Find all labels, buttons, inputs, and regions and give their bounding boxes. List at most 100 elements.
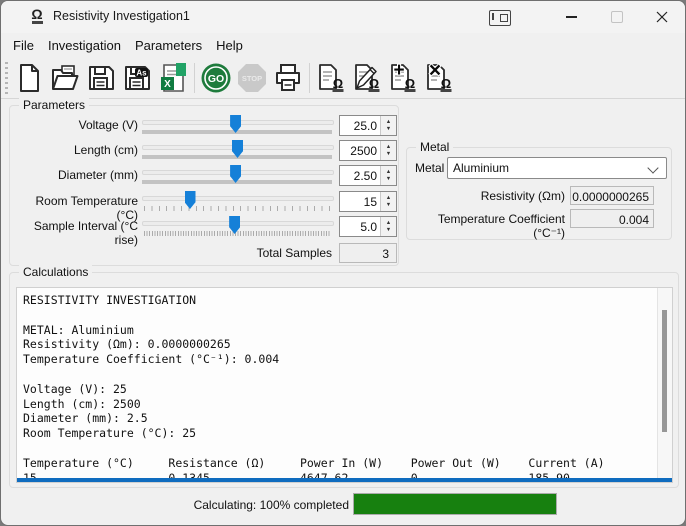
- room-temperature-value: 15: [363, 195, 377, 209]
- length-row: Length (cm) 2500 ▲ ▼: [10, 140, 398, 164]
- metal-combobox[interactable]: Aluminium: [447, 157, 667, 179]
- app-window: Ω Resistivity Investigation1 File Invest…: [0, 0, 686, 526]
- progress-bar-fill: [354, 494, 556, 514]
- toolbar: As X GO STOP Ω Ω Ω + Ω ×: [1, 58, 685, 99]
- new-investigation-button[interactable]: [11, 60, 47, 96]
- export-excel-button[interactable]: X: [155, 60, 191, 96]
- print-button[interactable]: [270, 60, 306, 96]
- metal-selected-value: Aluminium: [453, 161, 510, 175]
- total-samples-label: Total Samples: [256, 246, 332, 260]
- add-investigation-button[interactable]: Ω +: [385, 60, 421, 96]
- spin-down-icon[interactable]: ▼: [386, 126, 391, 133]
- menu-investigation[interactable]: Investigation: [41, 35, 128, 56]
- voltage-slider[interactable]: [142, 115, 334, 139]
- open-investigation-button[interactable]: [47, 60, 83, 96]
- sample-interval-value: 5.0: [360, 220, 377, 234]
- omega-glyph: Ω: [333, 76, 343, 91]
- spin-down-icon[interactable]: ▼: [386, 151, 391, 158]
- voltage-value: 25.0: [353, 119, 377, 133]
- toolbar-grip[interactable]: [5, 62, 8, 95]
- metal-label: Metal: [415, 161, 445, 175]
- toolbar-separator: [309, 63, 310, 93]
- save-as-badge: As: [136, 69, 147, 78]
- metal-group: Metal Metal Aluminium Resistivity (Ωm) 0…: [406, 140, 672, 240]
- excel-x-badge: X: [164, 79, 171, 90]
- slider-track[interactable]: [142, 196, 334, 201]
- toolbar-separator: [194, 63, 195, 93]
- total-samples-row: Total Samples 3: [10, 243, 398, 267]
- calculations-vertical-scrollbar[interactable]: [657, 288, 672, 478]
- chevron-down-icon: [647, 162, 659, 174]
- progress-bar: [353, 493, 557, 515]
- calculations-group: Calculations RESISTIVITY INVESTIGATION M…: [9, 265, 679, 488]
- room-temperature-slider[interactable]: [142, 191, 334, 215]
- stop-icon: STOP: [238, 64, 266, 92]
- sample-interval-row: Sample Interval (°C rise) 5.0 ▲ ▼: [10, 216, 398, 247]
- menu-parameters[interactable]: Parameters: [128, 35, 209, 56]
- status-text: Calculating: 100% completed: [193, 498, 349, 512]
- length-spinbox[interactable]: 2500 ▲ ▼: [339, 140, 397, 161]
- omega-glyph: Ω: [405, 76, 415, 91]
- delete-investigation-button[interactable]: Ω ×: [421, 60, 457, 96]
- maximize-icon: [611, 11, 623, 23]
- slider-ticks: [144, 231, 331, 236]
- title-bar: Ω Resistivity Investigation1: [1, 1, 685, 33]
- spin-up-icon[interactable]: ▲: [386, 119, 391, 126]
- total-samples-value: 3: [339, 243, 397, 263]
- edit-investigation-button[interactable]: Ω: [349, 60, 385, 96]
- new-document-icon: [20, 64, 39, 92]
- save-as-button[interactable]: As: [119, 60, 155, 96]
- menu-file[interactable]: File: [6, 35, 41, 56]
- scrollbar-thumb[interactable]: [662, 310, 667, 432]
- omega-glyph: Ω: [441, 76, 451, 91]
- voltage-label: Voltage (V): [78, 118, 138, 132]
- window-title: Resistivity Investigation1: [53, 9, 190, 23]
- room-temperature-row: Room Temperature (°C) 15 ▲ ▼: [10, 191, 398, 222]
- excel-export-icon: X: [161, 63, 186, 92]
- minimize-button[interactable]: [554, 1, 588, 33]
- save-as-icon: As: [125, 66, 150, 90]
- calculations-group-title: Calculations: [19, 265, 93, 279]
- document-omega-delete-icon: Ω ×: [427, 61, 452, 92]
- document-omega-add-icon: Ω +: [391, 61, 416, 92]
- spin-up-icon[interactable]: ▲: [386, 220, 391, 227]
- voltage-spinbox[interactable]: 25.0 ▲ ▼: [339, 115, 397, 136]
- spin-down-icon[interactable]: ▼: [386, 202, 391, 209]
- calculations-text: RESISTIVITY INVESTIGATION METAL: Alumini…: [23, 293, 605, 483]
- menu-help[interactable]: Help: [209, 35, 250, 56]
- spin-up-icon[interactable]: ▲: [386, 144, 391, 151]
- length-slider[interactable]: [142, 140, 334, 164]
- metal-group-title: Metal: [416, 140, 454, 154]
- diameter-spinbox[interactable]: 2.50 ▲ ▼: [339, 165, 397, 186]
- save-button[interactable]: [83, 60, 119, 96]
- document-omega-icon: Ω: [319, 64, 344, 92]
- minimize-icon: [565, 16, 577, 18]
- app-omega-glyph: Ω: [31, 6, 43, 22]
- go-button[interactable]: GO: [198, 60, 234, 96]
- length-value: 2500: [350, 144, 377, 158]
- spin-down-icon[interactable]: ▼: [386, 176, 391, 183]
- spin-down-icon[interactable]: ▼: [386, 227, 391, 234]
- length-label: Length (cm): [73, 143, 138, 157]
- maximize-button[interactable]: [600, 1, 634, 33]
- app-omega-icon: Ω: [28, 7, 46, 27]
- sample-interval-slider[interactable]: [142, 216, 334, 240]
- spin-up-icon[interactable]: ▲: [386, 169, 391, 176]
- diameter-label: Diameter (mm): [58, 168, 138, 182]
- sample-interval-spinbox[interactable]: 5.0 ▲ ▼: [339, 216, 397, 237]
- close-icon: [656, 11, 668, 23]
- menu-bar: File Investigation Parameters Help: [1, 33, 685, 58]
- diameter-slider[interactable]: [142, 165, 334, 189]
- spin-up-icon[interactable]: ▲: [386, 195, 391, 202]
- open-folder-icon: [52, 65, 79, 90]
- calculations-horizontal-scrollbar[interactable]: [17, 478, 672, 482]
- close-button[interactable]: [645, 1, 679, 33]
- parameters-group: Parameters Voltage (V) 25.0 ▲ ▼ Length (c…: [9, 98, 399, 267]
- stop-button[interactable]: STOP: [234, 60, 270, 96]
- input-indicator-icon[interactable]: [489, 10, 511, 26]
- parameters-group-title: Parameters: [19, 98, 90, 112]
- calculations-textbox[interactable]: RESISTIVITY INVESTIGATION METAL: Alumini…: [16, 287, 673, 483]
- room-temperature-spinbox[interactable]: 15 ▲ ▼: [339, 191, 397, 212]
- view-investigation-button[interactable]: Ω: [313, 60, 349, 96]
- save-floppy-icon: [89, 66, 114, 90]
